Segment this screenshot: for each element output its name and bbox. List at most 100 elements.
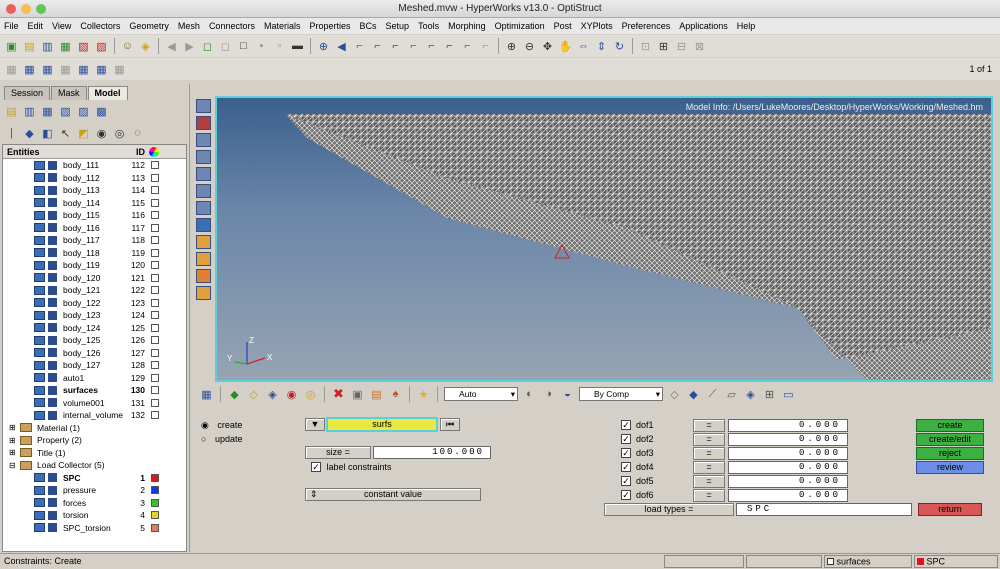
dof3-field[interactable]: 0.000 — [728, 447, 848, 460]
dof6-checkbox[interactable]: ✓ — [621, 490, 631, 500]
unmask-icon[interactable]: ◈ — [265, 387, 280, 402]
color-checkbox[interactable] — [151, 223, 159, 232]
color-checkbox[interactable] — [151, 186, 159, 195]
moment-tool-icon[interactable] — [195, 167, 211, 181]
color-checkbox[interactable] — [151, 173, 159, 182]
color-swatch[interactable] — [151, 473, 159, 482]
menu-file[interactable]: File — [4, 21, 19, 31]
list-item[interactable]: body_111 112 — [3, 159, 186, 172]
color-checkbox[interactable] — [151, 348, 159, 357]
delete-icon[interactable]: ✖ — [331, 386, 346, 402]
menu-materials[interactable]: Materials — [264, 21, 301, 31]
color-checkbox[interactable] — [151, 311, 159, 320]
dof2-field[interactable]: 0.000 — [728, 433, 848, 446]
color-checkbox[interactable] — [151, 211, 159, 220]
zoom-in-icon[interactable]: ⊕ — [504, 39, 519, 54]
color-checkbox[interactable] — [151, 373, 159, 382]
window-icon[interactable]: ◻ — [218, 39, 233, 54]
display-options-icon[interactable]: ▦ — [199, 387, 214, 402]
shading-icon[interactable]: ◐ — [522, 387, 537, 402]
dof5-checkbox[interactable]: ✓ — [621, 476, 631, 486]
dof6-field[interactable]: 0.000 — [728, 489, 848, 502]
list-item[interactable]: SPC_torsion 5 — [3, 522, 186, 535]
list-item[interactable]: body_127 128 — [3, 359, 186, 372]
color-checkbox[interactable] — [151, 236, 159, 245]
color-swatch[interactable] — [151, 498, 159, 507]
menu-bcs[interactable]: BCs — [360, 21, 377, 31]
export-icon[interactable]: ▦ — [58, 39, 73, 54]
column-id[interactable]: ID — [136, 147, 145, 157]
mask-icon[interactable]: ◇ — [246, 387, 261, 402]
property-icon[interactable]: ▦ — [58, 62, 73, 77]
list-item[interactable]: internal_volume 132 — [3, 409, 186, 422]
tree-group-material[interactable]: ⊞ Material (1) — [3, 422, 186, 435]
browser-collapse-icon[interactable]: ▥ — [22, 104, 37, 119]
list-item[interactable]: auto1 129 — [3, 372, 186, 385]
isolate-icon[interactable]: ◩ — [76, 126, 91, 141]
browser-filter-icon[interactable]: ▧ — [58, 104, 73, 119]
color-checkbox[interactable] — [151, 273, 159, 282]
view-custom-icon[interactable]: ⌐ — [478, 39, 493, 54]
capture-icon[interactable]: ▪ — [254, 39, 269, 54]
dof6-equals-button[interactable]: = — [693, 489, 725, 502]
collapse-icon[interactable]: ⊟ — [9, 461, 16, 470]
view-iso-icon[interactable]: ⌐ — [460, 39, 475, 54]
column-entities[interactable]: Entities — [7, 147, 40, 157]
menu-preferences[interactable]: Preferences — [622, 21, 671, 31]
select-window-icon[interactable]: ⊡ — [638, 39, 653, 54]
tree-group-load-collector[interactable]: ⊟ Load Collector (5) — [3, 459, 186, 472]
dof1-checkbox[interactable]: ✓ — [621, 420, 631, 430]
list-item[interactable]: body_118 119 — [3, 247, 186, 260]
constant-value-button[interactable]: ⇕ constant value — [305, 488, 481, 501]
list-item[interactable]: body_124 125 — [3, 322, 186, 335]
snapshot-icon[interactable]: ▫ — [272, 39, 287, 54]
load-tool-icon[interactable] — [195, 116, 211, 130]
entity-type-toggle[interactable]: ▼ — [305, 418, 325, 431]
load-types-button[interactable]: load types = — [604, 503, 734, 516]
load-step-icon[interactable]: ▦ — [94, 62, 109, 77]
collector-tool-icon[interactable] — [195, 99, 211, 113]
graphics-area-icon[interactable]: ◻ — [200, 39, 215, 54]
zoom-out-icon[interactable]: ⊖ — [522, 39, 537, 54]
hide-icon[interactable]: ◎ — [112, 126, 127, 141]
radio-update[interactable]: ○ update — [201, 434, 242, 444]
list-item[interactable]: body_114 115 — [3, 197, 186, 210]
flux-tool-icon[interactable] — [195, 235, 211, 249]
dof2-checkbox[interactable]: ✓ — [621, 434, 631, 444]
constraint-tool-icon[interactable] — [195, 133, 211, 147]
view-back-icon[interactable]: ⌐ — [370, 39, 385, 54]
color-checkbox[interactable] — [151, 398, 159, 407]
color-checkbox[interactable] — [151, 386, 159, 395]
list-item[interactable]: forces 3 — [3, 497, 186, 510]
load-abc-tool-icon[interactable] — [195, 269, 211, 283]
velocity-tool-icon[interactable] — [195, 201, 211, 215]
temperature-tool-icon[interactable] — [195, 218, 211, 232]
menu-tools[interactable]: Tools — [418, 21, 439, 31]
browser-options-icon[interactable]: ▩ — [94, 104, 109, 119]
create-edit-button[interactable]: create/edit — [916, 433, 984, 446]
wireframe-icon[interactable]: ◇ — [667, 387, 682, 402]
list-item[interactable]: torsion 4 — [3, 509, 186, 522]
dof3-checkbox[interactable]: ✓ — [621, 448, 631, 458]
color-mode-select[interactable]: By Comp ▾ — [579, 387, 663, 401]
view-bottom-icon[interactable]: ⌐ — [442, 39, 457, 54]
color-checkbox[interactable] — [151, 323, 159, 332]
list-item[interactable]: body_113 114 — [3, 184, 186, 197]
menu-collectors[interactable]: Collectors — [80, 21, 120, 31]
output-tool-icon[interactable] — [195, 286, 211, 300]
open-model-icon[interactable]: ▣ — [4, 39, 19, 54]
graphics-viewport[interactable]: Model Info: /Users/LukeMoores/Desktop/Hy… — [215, 96, 993, 382]
find-icon[interactable]: ◉ — [284, 387, 299, 402]
list-item[interactable]: volume001 131 — [3, 397, 186, 410]
menu-geometry[interactable]: Geometry — [129, 21, 169, 31]
tree-group-title[interactable]: ⊞ Title (1) — [3, 447, 186, 460]
color-checkbox[interactable] — [151, 261, 159, 270]
list-item[interactable]: body_125 126 — [3, 334, 186, 347]
move-icon[interactable]: ⇔ — [576, 39, 591, 54]
view-top-icon[interactable]: ⌐ — [424, 39, 439, 54]
menu-post[interactable]: Post — [554, 21, 572, 31]
display-element-icon[interactable]: ◆ — [22, 126, 37, 141]
list-item[interactable]: body_117 118 — [3, 234, 186, 247]
menu-morphing[interactable]: Morphing — [448, 21, 486, 31]
color-swatch[interactable] — [151, 523, 159, 532]
